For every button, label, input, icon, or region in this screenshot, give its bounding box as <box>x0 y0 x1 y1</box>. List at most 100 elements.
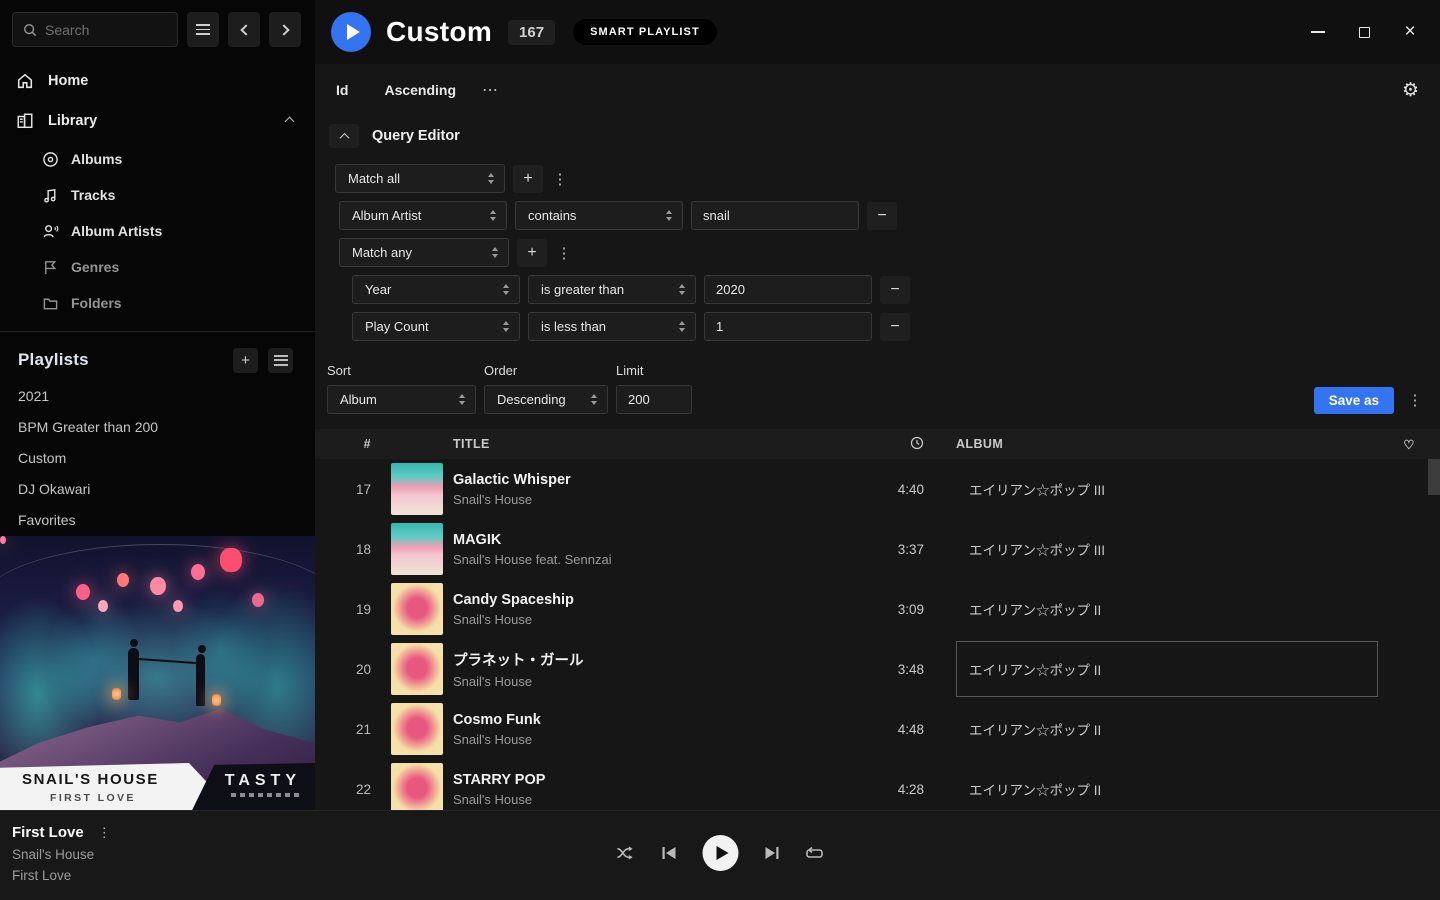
sidebar-item-label: Album Artists <box>71 223 162 239</box>
rule-field-select[interactable]: Year <box>352 275 520 304</box>
rule-field-select[interactable]: Album Artist <box>339 201 507 230</box>
album-art-banner: SNAIL'S HOUSE FIRST LOVE TASTY <box>0 763 315 810</box>
now-playing-album-art[interactable]: SNAIL'S HOUSE FIRST LOVE TASTY <box>0 536 315 810</box>
play-icon <box>347 24 360 40</box>
rule-value-input[interactable] <box>704 312 872 341</box>
minimize-button[interactable] <box>1310 24 1326 40</box>
gear-icon[interactable]: ⚙ <box>1402 79 1419 102</box>
menu-button[interactable] <box>187 12 219 47</box>
previous-button[interactable] <box>662 846 677 860</box>
remove-rule-button[interactable]: − <box>867 202 897 230</box>
sort-direction-button[interactable]: Ascending <box>384 82 456 98</box>
rule-operator-select[interactable]: contains <box>515 201 683 230</box>
maximize-button[interactable] <box>1356 24 1372 40</box>
sidebar-item-tracks[interactable]: Tracks <box>0 177 315 213</box>
playlist-item[interactable]: 2021 <box>0 381 315 412</box>
sort-select[interactable]: Album <box>327 385 476 414</box>
column-header-duration[interactable] <box>858 436 924 453</box>
track-album[interactable]: エイリアン☆ポップ III <box>956 521 1378 577</box>
match-select[interactable]: Match any <box>339 238 509 267</box>
track-row[interactable]: 17 Galactic Whisper Snail's House 4:40 エ… <box>315 459 1440 519</box>
group-kebab-button[interactable]: ⋮ <box>555 239 573 267</box>
sidebar-item-albums[interactable]: Albums <box>0 141 315 177</box>
nav-back-button[interactable] <box>228 12 260 47</box>
column-header-title[interactable]: TITLE <box>453 437 858 451</box>
remove-rule-button[interactable]: − <box>880 276 910 304</box>
close-button[interactable]: × <box>1402 24 1418 40</box>
save-as-button[interactable]: Save as <box>1314 387 1394 414</box>
track-album-thumbnail <box>391 523 443 575</box>
track-album[interactable]: エイリアン☆ポップ II <box>956 581 1378 637</box>
track-album-focused-cell[interactable]: エイリアン☆ポップ II <box>956 641 1378 697</box>
album-art-watermark: TASTY <box>225 772 301 790</box>
track-row[interactable]: 20 プラネット・ガール Snail's House 3:48 エイリアン☆ポッ… <box>315 639 1440 699</box>
now-playing-kebab-button[interactable]: ⋮ <box>98 825 111 841</box>
sidebar-item-folders[interactable]: Folders <box>0 285 315 321</box>
toolbar-more-button[interactable]: ⋯ <box>482 80 499 100</box>
collapse-query-button[interactable] <box>329 124 359 148</box>
rule-field-value: Album Artist <box>352 208 421 223</box>
sort-value: Album <box>340 392 377 407</box>
track-album[interactable]: エイリアン☆ポップ II <box>956 701 1378 757</box>
shuffle-button[interactable] <box>617 845 636 861</box>
art-lanterns <box>0 536 6 544</box>
repeat-button[interactable] <box>806 846 824 861</box>
query-rule-row: Play Count is less than − <box>352 312 1424 341</box>
playlist-item[interactable]: Favorites <box>0 505 315 536</box>
rule-operator-select[interactable]: is greater than <box>528 275 696 304</box>
column-header-number[interactable]: # <box>315 437 375 451</box>
match-select[interactable]: Match all <box>335 164 505 193</box>
rule-field-select[interactable]: Play Count <box>352 312 520 341</box>
playlist-item[interactable]: Custom <box>0 443 315 474</box>
column-header-favorite[interactable]: ♡ <box>1378 437 1440 452</box>
sidebar-item-album-artists[interactable]: Album Artists <box>0 213 315 249</box>
column-header-album[interactable]: ALBUM <box>956 437 1378 451</box>
track-title: Candy Spaceship <box>453 592 858 608</box>
sidebar-item-home[interactable]: Home <box>0 61 315 101</box>
list-toolbar: Id Ascending ⋯ ⚙ <box>315 64 1440 116</box>
remove-rule-button[interactable]: − <box>880 313 910 341</box>
query-group-row: Match all + ⋮ <box>329 164 1424 193</box>
sort-order-limit-row: Sort Album Order Descending Limit Save a… <box>315 349 1440 414</box>
track-album[interactable]: エイリアン☆ポップ II <box>956 761 1378 813</box>
hamburger-icon <box>196 24 210 35</box>
search-box[interactable] <box>12 12 178 47</box>
play-playlist-button[interactable] <box>331 12 371 52</box>
playlist-item[interactable]: BPM Greater than 200 <box>0 412 315 443</box>
nav-forward-button[interactable] <box>269 12 301 47</box>
track-title: MAGIK <box>453 532 858 548</box>
sort-field-button[interactable]: Id <box>336 82 348 98</box>
track-row[interactable]: 19 Candy Spaceship Snail's House 3:09 エイ… <box>315 579 1440 639</box>
limit-input[interactable] <box>616 385 692 414</box>
track-row[interactable]: 21 Cosmo Funk Snail's House 4:48 エイリアン☆ポ… <box>315 699 1440 759</box>
play-pause-button[interactable] <box>703 835 739 871</box>
add-rule-button[interactable]: + <box>513 165 543 193</box>
sidebar-item-label: Home <box>48 73 88 89</box>
art-hand-lantern <box>212 694 221 706</box>
rule-value-input[interactable] <box>704 275 872 304</box>
playlist-item[interactable]: DJ Okawari <box>0 474 315 505</box>
sidebar-item-label: Albums <box>71 151 122 167</box>
add-playlist-button[interactable]: + <box>233 348 258 373</box>
chevron-up-icon[interactable] <box>285 116 295 126</box>
sidebar-item-library[interactable]: Library <box>0 101 315 141</box>
rule-value-input[interactable] <box>691 201 859 230</box>
track-row[interactable]: 22 STARRY POP Snail's House 4:28 エイリアン☆ポ… <box>315 759 1440 813</box>
rule-operator-select[interactable]: is less than <box>528 312 696 341</box>
add-rule-button[interactable]: + <box>517 239 547 267</box>
sidebar: Home Library Albums Tracks Album Artists… <box>0 0 315 810</box>
group-kebab-button[interactable]: ⋮ <box>551 165 569 193</box>
track-number: 19 <box>315 602 375 617</box>
sidebar-item-genres[interactable]: Genres <box>0 249 315 285</box>
folder-icon <box>42 295 59 312</box>
track-album[interactable]: エイリアン☆ポップ III <box>956 461 1378 517</box>
scrollbar-thumb[interactable] <box>1428 459 1440 495</box>
search-input[interactable] <box>45 22 155 38</box>
select-arrows-icon <box>478 173 494 184</box>
track-row[interactable]: 18 MAGIK Snail's House feat. Sennzai 3:3… <box>315 519 1440 579</box>
playlist-list-button[interactable] <box>268 348 293 373</box>
order-select[interactable]: Descending <box>484 385 608 414</box>
next-button[interactable] <box>765 846 780 860</box>
playlist-header: Custom 167 SMART PLAYLIST × <box>315 0 1440 64</box>
save-kebab-button[interactable]: ⋮ <box>1406 386 1424 414</box>
